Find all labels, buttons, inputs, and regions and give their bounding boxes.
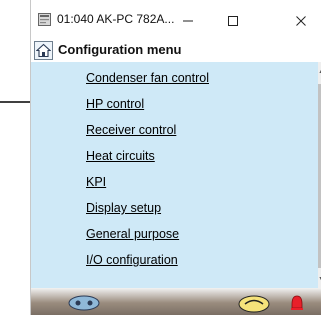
- minimize-button[interactable]: [168, 6, 208, 36]
- page-header: Configuration menu: [31, 40, 321, 62]
- close-icon: [296, 16, 306, 26]
- home-icon[interactable]: [34, 41, 53, 60]
- status-bar: [31, 288, 321, 315]
- window-title: 01:040 AK-PC 782A...: [57, 12, 175, 26]
- app-window: 01:040 AK-PC 782A... Configuration menu …: [30, 0, 321, 315]
- controller-status-icon[interactable]: [237, 294, 271, 316]
- maximize-icon: [228, 16, 238, 26]
- menu-item-receiver-control[interactable]: Receiver control: [86, 123, 176, 137]
- menu-item-general-purpose[interactable]: General purpose: [86, 227, 179, 241]
- menu-item-heat-circuits[interactable]: Heat circuits: [86, 149, 155, 163]
- menu-item-io-configuration[interactable]: I/O configuration: [86, 253, 178, 267]
- maximize-button[interactable]: [213, 6, 253, 36]
- close-button[interactable]: [281, 6, 321, 36]
- menu-item-kpi[interactable]: KPI: [86, 175, 106, 189]
- app-icon: [38, 13, 51, 26]
- title-bar: 01:040 AK-PC 782A...: [31, 0, 321, 40]
- menu-item-hp-control[interactable]: HP control: [86, 97, 144, 111]
- menu-panel: Condenser fan control HP control Receive…: [31, 62, 318, 288]
- minimize-icon: [183, 20, 193, 22]
- menu-item-display-setup[interactable]: Display setup: [86, 201, 161, 215]
- alarm-icon[interactable]: [289, 294, 305, 316]
- page-title: Configuration menu: [58, 42, 182, 57]
- network-status-icon[interactable]: [67, 294, 101, 316]
- menu-item-condenser-fan-control[interactable]: Condenser fan control: [86, 71, 209, 85]
